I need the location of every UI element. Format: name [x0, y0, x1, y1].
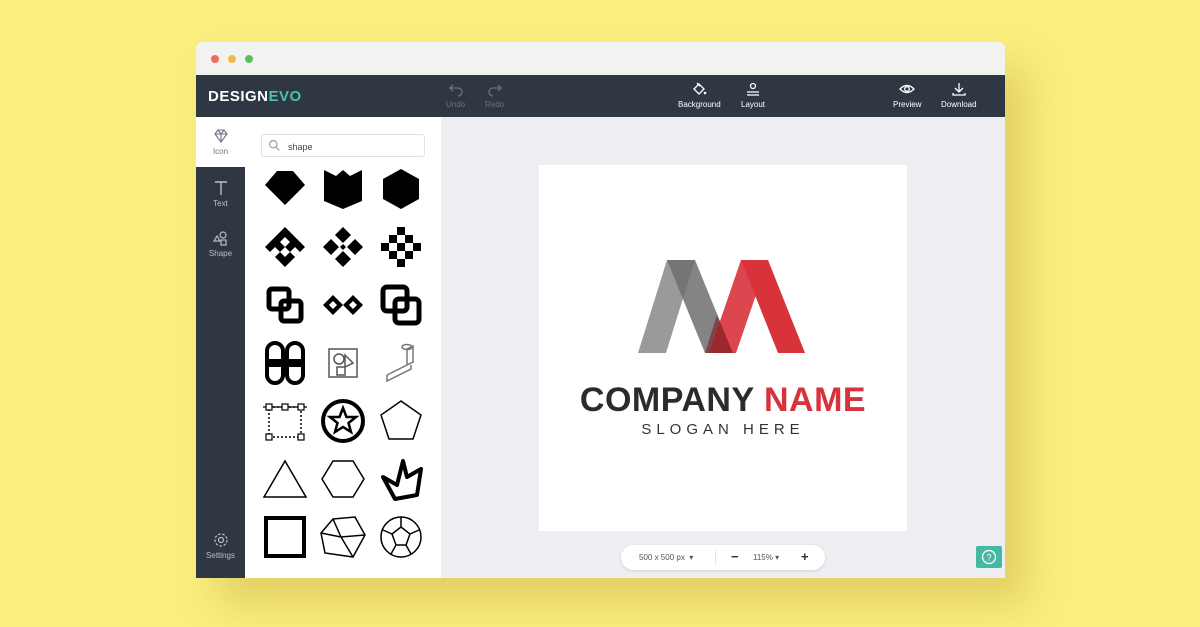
download-button[interactable]: Download	[941, 81, 977, 109]
redo-icon	[487, 84, 502, 97]
undo-icon	[448, 84, 463, 97]
settings-button[interactable]: Settings	[196, 521, 245, 571]
redo-button[interactable]: Redo	[485, 81, 504, 109]
four-diamonds-icon[interactable]	[319, 223, 367, 271]
circle-star-icon[interactable]	[319, 397, 367, 445]
logo-m-mark[interactable]	[637, 259, 809, 353]
company-word: COMPANY	[579, 381, 755, 419]
zoom-label: 115%	[753, 553, 773, 562]
help-circle-icon: ?	[981, 549, 997, 565]
artboard[interactable]: COMPANY NAME SLOGAN HERE	[539, 165, 907, 531]
browser-titlebar	[196, 42, 1005, 75]
isometric-shape-icon[interactable]	[377, 339, 425, 387]
sidebar-item-icon[interactable]: Icon	[196, 117, 245, 167]
layout-label: Layout	[741, 100, 766, 109]
download-icon	[952, 83, 966, 96]
help-button[interactable]: ?	[976, 546, 1002, 568]
pentagon-outline-icon[interactable]	[377, 397, 425, 445]
shapes-icon	[212, 231, 227, 246]
gear-icon	[213, 533, 228, 547]
bezier-square-icon[interactable]	[261, 397, 309, 445]
diamond-shape-icon[interactable]	[261, 165, 309, 213]
background-label: Background	[678, 100, 721, 109]
layout-icon	[747, 82, 760, 96]
sidebar-item-label: Shape	[208, 249, 233, 258]
undo-label: Undo	[446, 100, 466, 109]
undo-button[interactable]: Undo	[446, 81, 465, 109]
left-sidebar: Icon Text Shape Settings	[196, 117, 245, 578]
polyhedron-icon[interactable]	[319, 513, 367, 561]
divider	[715, 550, 716, 565]
logo-design-text: DESIGN	[208, 88, 269, 105]
sidebar-item-label: Icon	[212, 147, 229, 156]
maximize-window-dot[interactable]	[245, 55, 253, 63]
canvas-size-label: 500 x 500 px	[639, 553, 685, 562]
download-label: Download	[941, 100, 977, 109]
svg-text:?: ?	[986, 553, 991, 563]
settings-label: Settings	[206, 551, 235, 560]
hexagon-outline-icon[interactable]	[319, 455, 367, 503]
shield-shape-icon[interactable]	[319, 165, 367, 213]
canvas-size-dropdown[interactable]: 500 x 500 px ▾	[639, 553, 693, 562]
crown-outline-icon[interactable]	[377, 455, 425, 503]
diamond-chain-icon[interactable]	[319, 281, 367, 329]
logo-evo-text: EVO	[268, 88, 302, 105]
canvas-controls: 500 x 500 px ▾ − 115% ▾ +	[621, 545, 825, 570]
name-word: NAME	[764, 381, 867, 419]
search-input[interactable]	[286, 137, 420, 156]
canvas-area: COMPANY NAME SLOGAN HERE 500 x 500 px ▾ …	[441, 117, 1005, 578]
redo-label: Redo	[485, 100, 505, 109]
paint-bucket-icon	[693, 82, 707, 95]
pixel-diamond-icon[interactable]	[377, 223, 425, 271]
clover-shape-icon[interactable]	[261, 339, 309, 387]
icon-panel	[245, 117, 441, 578]
hexagon-shape-icon[interactable]	[377, 165, 425, 213]
zoom-out-button[interactable]: −	[731, 549, 739, 564]
background-button[interactable]: Background	[678, 81, 721, 109]
sidebar-item-text[interactable]: Text	[196, 169, 245, 219]
close-window-dot[interactable]	[211, 55, 219, 63]
company-name-text[interactable]: COMPANY NAME	[539, 381, 907, 420]
triangle-outline-icon[interactable]	[261, 455, 309, 503]
diamond-icon	[213, 129, 228, 143]
app-logo[interactable]: DESIGNEVO	[208, 88, 302, 105]
sidebar-item-shape[interactable]: Shape	[196, 219, 245, 269]
search-icon	[269, 140, 280, 151]
layout-button[interactable]: Layout	[741, 81, 765, 109]
square-outline-icon[interactable]	[261, 513, 309, 561]
app-window: DESIGNEVO Undo Redo Background Layout Pr…	[196, 42, 1005, 578]
slogan-text[interactable]: SLOGAN HERE	[539, 421, 907, 438]
overlap-squares-icon[interactable]	[261, 281, 309, 329]
shapes-square-icon[interactable]	[319, 339, 367, 387]
top-toolbar: DESIGNEVO Undo Redo Background Layout Pr…	[196, 75, 1005, 117]
search-box[interactable]	[261, 134, 425, 157]
zoom-dropdown[interactable]: 115% ▾	[753, 553, 779, 562]
sidebar-item-label: Text	[213, 199, 228, 208]
dodecahedron-icon[interactable]	[377, 513, 425, 561]
double-square-icon[interactable]	[377, 281, 425, 329]
minimize-window-dot[interactable]	[228, 55, 236, 63]
zoom-in-button[interactable]: +	[801, 549, 809, 564]
checker-diamond-icon[interactable]	[261, 223, 309, 271]
preview-label: Preview	[893, 100, 922, 109]
preview-button[interactable]: Preview	[893, 81, 921, 109]
eye-icon	[899, 84, 916, 94]
text-t-icon	[214, 181, 227, 195]
